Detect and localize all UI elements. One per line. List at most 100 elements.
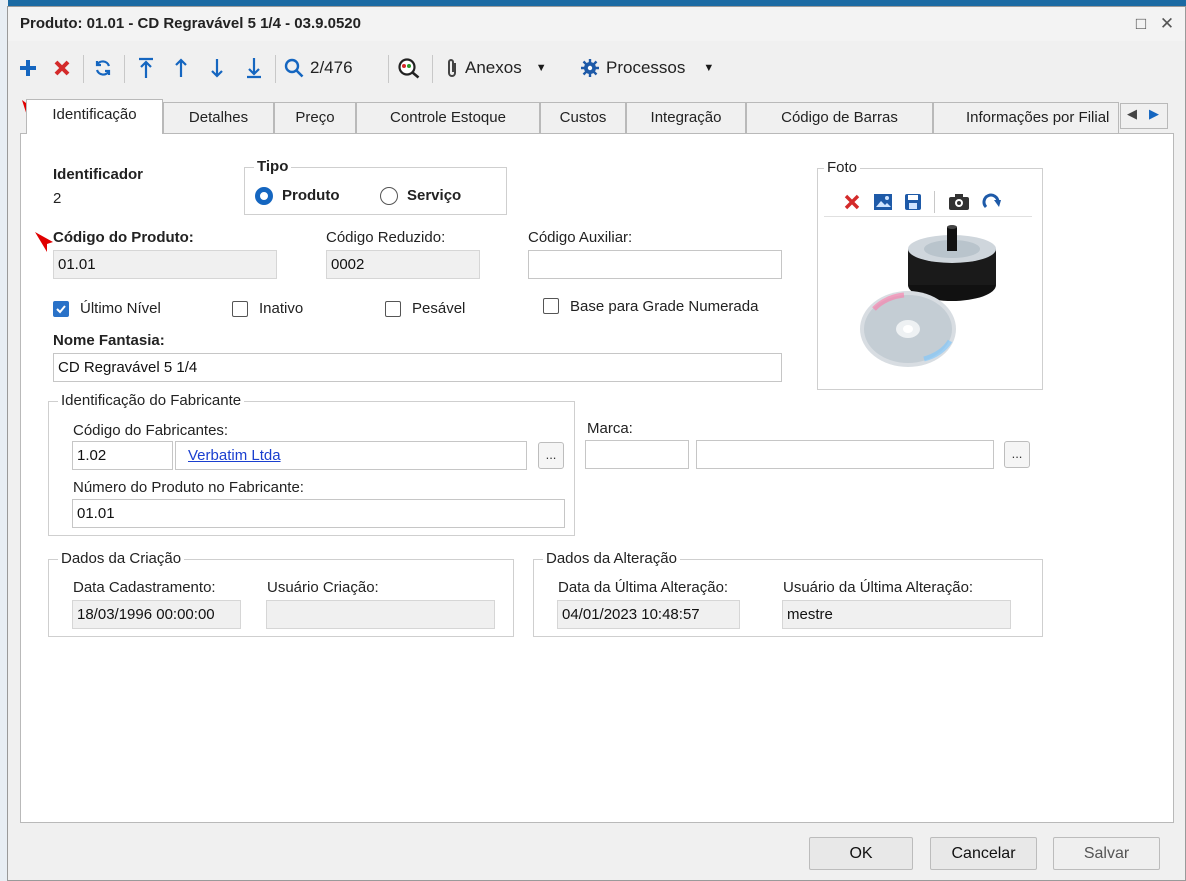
codigo-fabricante-field[interactable]: 1.02 (72, 441, 173, 470)
ultimo-nivel-label: Último Nível (80, 300, 161, 317)
arrow-right-icon[interactable]: ▶ (1149, 106, 1159, 122)
foto-label: Foto (824, 159, 861, 176)
toolbar-separator (432, 55, 433, 83)
usuario-criacao-field[interactable] (266, 600, 495, 629)
title-bar: Produto: 01.01 - CD Regravável 5 1/4 - 0… (8, 7, 1185, 41)
marca-codigo-field[interactable] (585, 440, 689, 469)
ok-button[interactable]: OK (809, 837, 913, 870)
toolbar-separator (388, 55, 389, 83)
data-cadastramento-label: Data Cadastramento: (73, 579, 216, 596)
criacao-group-title: Dados da Criação (58, 550, 185, 567)
first-record-button[interactable] (135, 53, 157, 83)
codigo-auxiliar-field[interactable] (528, 250, 782, 279)
cancel-button[interactable]: Cancelar (930, 837, 1037, 870)
fabricante-nome-field[interactable]: Verbatim Ltda (175, 441, 527, 470)
pesavel-checkbox[interactable] (385, 301, 401, 317)
numero-fabricante-label: Número do Produto no Fabricante: (73, 479, 304, 496)
codigo-reduzido-label: Código Reduzido: (326, 229, 446, 246)
refresh-icon (95, 60, 111, 76)
fabricante-group-title: Identificação do Fabricante (58, 392, 245, 409)
tipo-group: Tipo Produto Serviço (244, 158, 507, 215)
product-dialog: Produto: 01.01 - CD Regravável 5 1/4 - 0… (7, 6, 1186, 881)
alteracao-group-title: Dados da Alteração (543, 550, 680, 567)
tab-codigo-barras[interactable]: Código de Barras (746, 102, 933, 133)
close-icon[interactable]: ✕ (1156, 13, 1178, 35)
maximize-icon[interactable]: □ (1130, 13, 1152, 35)
codigo-reduzido-field[interactable]: 0002 (326, 250, 480, 279)
fabricante-lookup-button[interactable]: ... (538, 442, 564, 469)
advanced-search-button[interactable] (395, 53, 423, 83)
alteracao-group: Dados da Alteração Data da Última Altera… (533, 550, 1043, 637)
chevron-down-icon: ▼ (703, 62, 715, 74)
add-icon (20, 60, 36, 76)
tipo-servico-label: Serviço (407, 187, 462, 204)
foto-group: Foto (817, 159, 1043, 390)
tab-scroll-buttons: ◀ ▶ (1120, 103, 1168, 129)
image-icon[interactable] (873, 193, 893, 211)
codigo-produto-label: Código do Produto: (53, 229, 194, 246)
delete-icon (54, 60, 70, 76)
numero-fabricante-field[interactable]: 01.01 (72, 499, 565, 528)
fabricante-group: Identificação do Fabricante Código do Fa… (48, 392, 575, 536)
criacao-group: Dados da Criação Data Cadastramento: 18/… (48, 550, 514, 637)
tab-identificacao[interactable]: Identificação (26, 99, 163, 134)
tab-informacoes-filial[interactable]: Informações por Filial (933, 102, 1119, 133)
refresh-button[interactable] (91, 53, 115, 83)
toolbar-separator (275, 55, 276, 83)
last-record-button[interactable] (243, 53, 265, 83)
foto-toolbar-separator (934, 191, 935, 213)
search-icon (284, 58, 304, 78)
base-grade-checkbox[interactable] (543, 298, 559, 314)
tab-detalhes[interactable]: Detalhes (163, 102, 274, 133)
tipo-label: Tipo (254, 158, 292, 175)
foto-toolbar (824, 187, 1032, 217)
base-grade-label: Base para Grade Numerada (570, 298, 759, 315)
tab-controle-estoque[interactable]: Controle Estoque (356, 102, 540, 133)
camera-icon[interactable] (948, 193, 970, 211)
add-button[interactable] (16, 53, 40, 83)
rotate-icon[interactable] (982, 193, 1002, 211)
advanced-search-icon (398, 58, 420, 79)
first-record-icon (139, 57, 153, 78)
pesavel-label: Pesável (412, 300, 466, 317)
paperclip-icon (448, 59, 456, 77)
next-record-button[interactable] (206, 53, 228, 83)
save-button[interactable]: Salvar (1053, 837, 1160, 870)
identificacao-panel: Identificador 2 Tipo Produto Serviço Cód… (20, 133, 1174, 823)
cd-spindle-image-icon (860, 225, 996, 367)
arrow-left-icon[interactable]: ◀ (1127, 106, 1137, 122)
tab-preco[interactable]: Preço (274, 102, 356, 133)
codigo-auxiliar-label: Código Auxiliar: (528, 229, 633, 246)
tab-integracao[interactable]: Integração (626, 102, 746, 133)
codigo-fabricante-label: Código do Fabricantes: (73, 422, 229, 439)
codigo-produto-field[interactable]: 01.01 (53, 250, 277, 279)
search-button[interactable]: 2/476 (284, 53, 380, 83)
tipo-produto-radio[interactable] (255, 187, 273, 205)
toolbar-separator (83, 55, 84, 83)
save-icon[interactable] (904, 193, 922, 211)
marca-nome-field[interactable] (696, 440, 994, 469)
ultimo-nivel-checkbox[interactable] (53, 301, 69, 317)
previous-record-button[interactable] (170, 53, 192, 83)
marca-lookup-button[interactable]: ... (1004, 441, 1030, 468)
remove-photo-icon[interactable] (844, 194, 860, 210)
anexos-menu[interactable]: Anexos ▼ (445, 53, 565, 83)
fabricante-nome-link[interactable]: Verbatim Ltda (188, 447, 281, 464)
data-cadastramento-field[interactable]: 18/03/1996 00:00:00 (72, 600, 241, 629)
inativo-label: Inativo (259, 300, 304, 317)
next-record-icon (211, 59, 223, 78)
usuario-criacao-label: Usuário Criação: (267, 579, 379, 596)
data-alteracao-field[interactable]: 04/01/2023 10:48:57 (557, 600, 740, 629)
record-position: 2/476 (310, 58, 353, 77)
tipo-servico-radio[interactable] (380, 187, 398, 205)
tab-custos[interactable]: Custos (540, 102, 626, 133)
processos-menu[interactable]: Processos ▼ (580, 53, 730, 83)
delete-button[interactable] (50, 53, 74, 83)
usuario-alteracao-field[interactable]: mestre (782, 600, 1011, 629)
check-icon (56, 305, 66, 314)
identificador-label: Identificador (53, 166, 144, 183)
inativo-checkbox[interactable] (232, 301, 248, 317)
gear-icon (581, 59, 599, 77)
product-photo (824, 219, 1032, 375)
nome-fantasia-field[interactable]: CD Regravável 5 1/4 (53, 353, 782, 382)
